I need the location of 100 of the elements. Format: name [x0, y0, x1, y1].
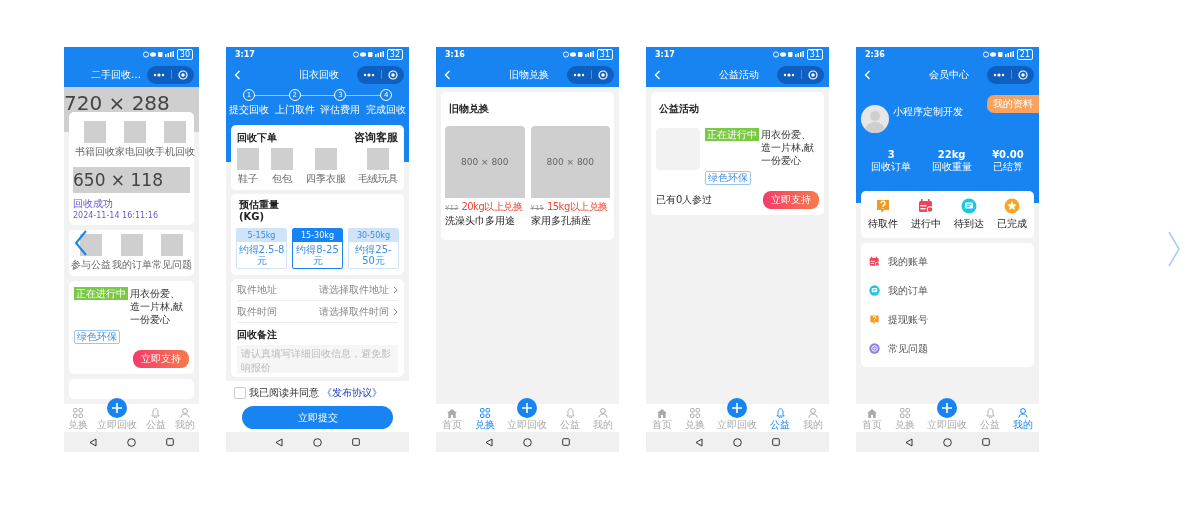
submit-button[interactable]: 立即提交	[242, 406, 393, 429]
battery-indicator: 31	[596, 49, 613, 60]
grid-label[interactable]: 四季衣服	[305, 172, 346, 186]
back-icon[interactable]	[275, 437, 283, 447]
back-icon[interactable]	[89, 437, 97, 447]
question-icon	[874, 198, 891, 214]
bell-icon[interactable]	[775, 408, 785, 418]
home-icon[interactable]	[943, 437, 952, 447]
status-time: 3:17	[655, 50, 675, 59]
record-icon[interactable]	[598, 69, 608, 80]
tab-item[interactable]: 我的	[592, 408, 613, 430]
tab-item[interactable]: 首页	[862, 409, 883, 430]
order-status-item[interactable]: 待取件	[867, 198, 898, 231]
home-icon[interactable]	[313, 437, 322, 447]
tab-item[interactable]: 我的	[1012, 408, 1033, 430]
grid-label[interactable]: 鞋子	[238, 172, 258, 186]
tab-item[interactable]: 立即回收	[927, 398, 968, 430]
recents-icon[interactable]	[772, 438, 780, 446]
back-icon[interactable]	[695, 437, 703, 447]
grid-label[interactable]: 包包	[272, 172, 293, 186]
menu-item[interactable]: 提现账号	[869, 305, 1026, 334]
tab-item[interactable]: 首页	[442, 409, 463, 430]
grid-label[interactable]: 我的订单	[111, 258, 152, 272]
person-icon[interactable]	[1017, 408, 1028, 418]
home-icon[interactable]	[733, 437, 742, 447]
more-icon[interactable]	[153, 72, 165, 77]
tab-item[interactable]: 公益	[560, 408, 581, 430]
weight-option[interactable]: 30-50kg 约得25-50元	[348, 228, 399, 269]
home-icon[interactable]	[127, 437, 136, 447]
status-icons-drawing	[142, 51, 175, 58]
more-icon[interactable]	[783, 72, 795, 77]
section-title: 旧物兑换	[448, 102, 490, 116]
recents-icon[interactable]	[982, 438, 990, 446]
grid-label[interactable]: 参与公益	[71, 258, 111, 272]
profile-button[interactable]: 我的资料	[987, 95, 1039, 113]
weight-option[interactable]: 5-15kg 约得2.5-8元	[236, 228, 287, 269]
participant-count: 已有0人参过	[656, 193, 713, 207]
agree-checkbox[interactable]	[234, 387, 246, 399]
add-icon[interactable]	[517, 398, 538, 418]
stat-label: 已结算	[992, 160, 1023, 174]
grid-label[interactable]: 书籍回收	[75, 145, 115, 159]
back-icon[interactable]	[485, 437, 493, 447]
tab-item[interactable]: 立即回收	[97, 398, 138, 430]
tab-item[interactable]: 公益	[145, 408, 166, 430]
grid-icon[interactable]	[479, 408, 490, 418]
activity-title: 用衣份爱、造一片林,献一份爱心	[130, 287, 185, 326]
menu-item[interactable]: 我的订单	[869, 276, 1026, 305]
record-icon[interactable]	[388, 69, 398, 80]
order-status-item[interactable]: 进行中	[910, 198, 941, 231]
page-title: 旧物兑换	[509, 67, 549, 82]
recents-icon[interactable]	[562, 438, 570, 446]
tab-item[interactable]: 兑换	[474, 408, 495, 430]
tab-item[interactable]: 公益	[980, 408, 1001, 430]
order-status-item[interactable]: 已完成	[997, 198, 1028, 231]
back-icon[interactable]	[905, 437, 913, 447]
grid-label[interactable]: 手机回收	[155, 145, 195, 159]
support-button[interactable]: 立即支持	[133, 350, 189, 368]
more-icon[interactable]	[993, 72, 1005, 77]
grid-icon[interactable]	[899, 408, 910, 418]
tab-item[interactable]: 兑换	[894, 408, 915, 430]
grid-icon[interactable]	[73, 408, 84, 418]
home-icon[interactable]	[523, 437, 532, 447]
grid-label[interactable]: 家电回收	[115, 145, 155, 159]
tab-item[interactable]: 立即回收	[507, 398, 548, 430]
tab-item[interactable]: 我的	[802, 408, 823, 430]
weight-option[interactable]: 15-30kg 约得8-25元	[292, 228, 343, 269]
menu-item[interactable]: 我的账单	[869, 247, 1026, 276]
recents-icon[interactable]	[352, 438, 360, 446]
image-placeholder	[367, 148, 389, 170]
stat-label: 回收重量	[931, 161, 972, 174]
record-icon[interactable]	[1018, 69, 1028, 80]
add-icon[interactable]	[937, 398, 958, 418]
picker-field[interactable]: 请选择取件时间	[319, 304, 398, 319]
record-icon[interactable]	[808, 69, 818, 80]
chevron-left-icon[interactable]	[74, 230, 88, 256]
more-icon[interactable]	[363, 72, 375, 77]
exchange-condition: 20kg以上兑换	[461, 200, 523, 214]
order-status-item[interactable]: 待到达	[954, 198, 985, 231]
more-icon[interactable]	[573, 72, 585, 77]
field-label: 回收备注	[237, 328, 278, 342]
chevron-right-icon	[393, 285, 398, 294]
add-icon[interactable]	[727, 398, 748, 418]
grid-icon[interactable]	[689, 408, 700, 418]
tab-item[interactable]: 我的	[174, 408, 195, 430]
tab-item[interactable]: 首页	[652, 409, 673, 430]
grid-label[interactable]: 毛绒玩具	[358, 172, 398, 186]
customer-service-link[interactable]: 咨询客服	[354, 130, 398, 145]
recents-icon[interactable]	[166, 438, 174, 446]
tab-item[interactable]: 兑换	[684, 408, 705, 430]
tab-item[interactable]: 立即回收	[717, 398, 758, 430]
agreement-link[interactable]: 《发布协议》	[322, 386, 382, 400]
record-icon[interactable]	[178, 69, 188, 80]
menu-item[interactable]: 常见问题	[869, 334, 1026, 363]
add-icon[interactable]	[107, 398, 128, 418]
picker-field[interactable]: 请选择取件地址	[319, 282, 398, 297]
support-button[interactable]: 立即支持	[763, 191, 819, 209]
tab-item[interactable]: 兑换	[68, 408, 89, 430]
tag-label: 绿色环保	[74, 330, 120, 344]
tab-item[interactable]: 公益	[770, 408, 791, 430]
grid-label[interactable]: 常见问题	[152, 258, 192, 272]
